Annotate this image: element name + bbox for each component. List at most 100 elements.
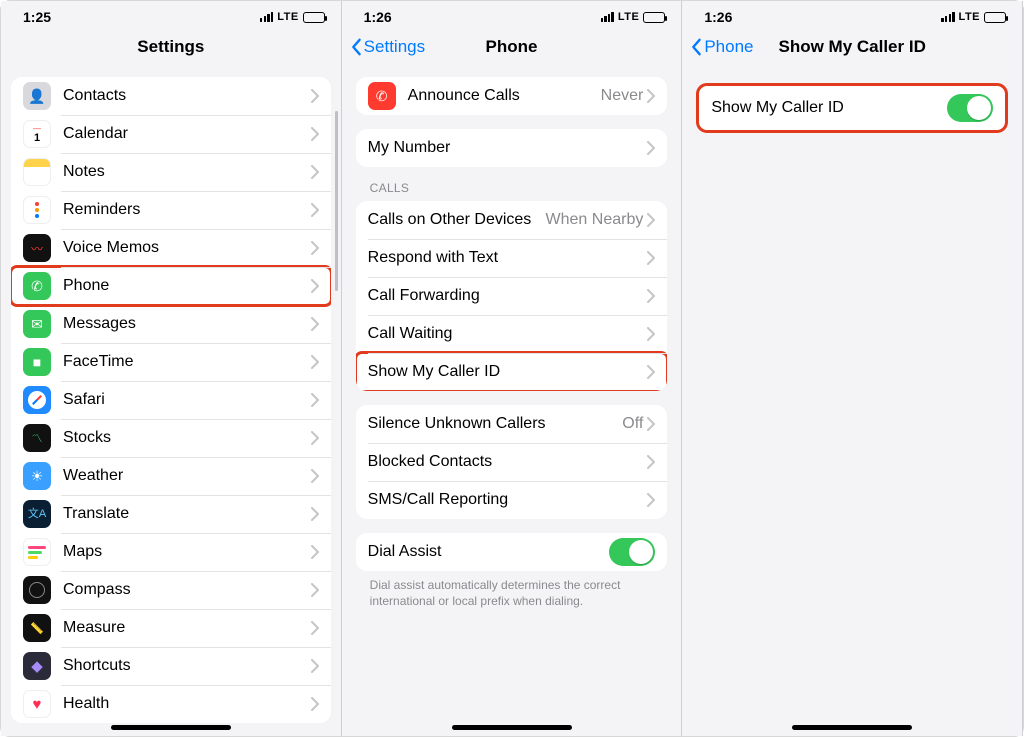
messages-icon: ✉ [23, 310, 51, 338]
notes-icon [23, 158, 51, 186]
caller-id-card: Show My Caller ID [696, 83, 1008, 133]
chevron-right-icon [311, 203, 319, 217]
row-announce-calls[interactable]: ✆ Announce Calls Never [356, 77, 668, 115]
settings-row-compass[interactable]: Compass [11, 571, 331, 609]
chevron-right-icon [647, 493, 655, 507]
page-title: Phone [486, 37, 538, 57]
contacts-icon: 👤 [23, 82, 51, 110]
group-blocking: Silence Unknown CallersOff Blocked Contac… [356, 405, 668, 519]
home-indicator[interactable] [792, 725, 912, 730]
chevron-right-icon [311, 469, 319, 483]
row-label: Shortcuts [63, 657, 311, 675]
chevron-right-icon [311, 89, 319, 103]
settings-row-weather[interactable]: ☀ Weather [11, 457, 331, 495]
row-label: Safari [63, 391, 311, 409]
calendar-icon: —1 [23, 120, 51, 148]
chevron-right-icon [647, 251, 655, 265]
blocking-row[interactable]: SMS/Call Reporting [356, 481, 668, 519]
row-label: Call Forwarding [368, 287, 648, 305]
settings-row-voicememos[interactable]: 〰 Voice Memos [11, 229, 331, 267]
group-mynumber: My Number [356, 129, 668, 167]
row-my-number[interactable]: My Number [356, 129, 668, 167]
stocks-icon: 〽 [23, 424, 51, 452]
row-label: Dial Assist [368, 543, 610, 561]
dial-assist-toggle[interactable] [609, 538, 655, 566]
blocking-row[interactable]: Blocked Contacts [356, 443, 668, 481]
nav-bar: Settings Phone [342, 25, 682, 69]
row-dial-assist[interactable]: Dial Assist [356, 533, 668, 571]
row-label: Blocked Contacts [368, 453, 648, 471]
status-right: LTE [941, 11, 1006, 23]
status-time: 1:25 [23, 9, 51, 25]
settings-row-shortcuts[interactable]: ◆Shortcuts [11, 647, 331, 685]
settings-row-calendar[interactable]: —1Calendar [11, 115, 331, 153]
status-right: LTE [260, 11, 325, 23]
settings-row-contacts[interactable]: 👤 Contacts [11, 77, 331, 115]
settings-row-stocks[interactable]: 〽 Stocks [11, 419, 331, 457]
chevron-right-icon [311, 241, 319, 255]
back-label: Phone [704, 37, 753, 57]
voicememos-icon: 〰 [23, 234, 51, 262]
row-show-caller-id[interactable]: Show My Caller ID [699, 86, 1005, 130]
row-label: Notes [63, 163, 311, 181]
group-dial-assist: Dial Assist [356, 533, 668, 571]
battery-icon [984, 12, 1006, 23]
settings-row-messages[interactable]: ✉ Messages [11, 305, 331, 343]
settings-list: 👤 Contacts —1Calendar Notes Reminders 〰 Voice … [11, 77, 331, 723]
settings-row-reminders[interactable]: Reminders [11, 191, 331, 229]
weather-icon: ☀ [23, 462, 51, 490]
row-label: Calls on Other Devices [368, 211, 546, 229]
panel-settings: 1:25 LTE Settings 👤 Contacts —1Calendar Not… [1, 1, 342, 736]
maps-icon [23, 538, 51, 566]
measure-icon: 📏 [23, 614, 51, 642]
calls-row[interactable]: Call Forwarding [356, 277, 668, 315]
blocking-row[interactable]: Silence Unknown CallersOff [356, 405, 668, 443]
calls-row[interactable]: Show My Caller ID [356, 353, 668, 391]
row-label: Measure [63, 619, 311, 637]
home-indicator[interactable] [452, 725, 572, 730]
status-bar: 1:25 LTE [1, 1, 341, 25]
group-calls: Calls on Other DevicesWhen NearbyRespond… [356, 201, 668, 391]
back-button[interactable]: Phone [690, 25, 753, 69]
announce-icon: ✆ [368, 82, 396, 110]
network-label: LTE [959, 11, 980, 23]
translate-icon: 文A [23, 500, 51, 528]
signal-icon [260, 12, 273, 22]
settings-row-health[interactable]: ♥Health [11, 685, 331, 723]
home-indicator[interactable] [111, 725, 231, 730]
row-label: Weather [63, 467, 311, 485]
calls-row[interactable]: Calls on Other DevicesWhen Nearby [356, 201, 668, 239]
row-value: When Nearby [546, 211, 644, 229]
chevron-right-icon [311, 127, 319, 141]
row-value: Off [622, 415, 643, 433]
settings-row-maps[interactable]: Maps [11, 533, 331, 571]
scrollbar[interactable] [335, 111, 338, 291]
row-label: Messages [63, 315, 311, 333]
caller-id-toggle[interactable] [947, 94, 993, 122]
row-label: Stocks [63, 429, 311, 447]
chevron-right-icon [311, 507, 319, 521]
settings-row-facetime[interactable]: ■FaceTime [11, 343, 331, 381]
calls-row[interactable]: Respond with Text [356, 239, 668, 277]
row-label: Contacts [63, 87, 311, 105]
compass-icon [23, 576, 51, 604]
settings-row-translate[interactable]: 文ATranslate [11, 495, 331, 533]
settings-row-measure[interactable]: 📏 Measure [11, 609, 331, 647]
chevron-right-icon [311, 431, 319, 445]
row-label: Reminders [63, 201, 311, 219]
dial-assist-footer: Dial assist automatically determines the… [356, 571, 668, 609]
nav-bar: Settings [1, 25, 341, 69]
calls-row[interactable]: Call Waiting [356, 315, 668, 353]
settings-row-safari[interactable]: Safari [11, 381, 331, 419]
row-label: Call Waiting [368, 325, 648, 343]
back-label: Settings [364, 37, 425, 57]
network-label: LTE [277, 11, 298, 23]
settings-row-notes[interactable]: Notes [11, 153, 331, 191]
back-button[interactable]: Settings [350, 25, 425, 69]
chevron-right-icon [647, 289, 655, 303]
chevron-right-icon [311, 393, 319, 407]
settings-row-phone[interactable]: ✆Phone [11, 267, 331, 305]
panel-caller-id: 1:26 LTE Phone Show My Caller ID Show My… [682, 1, 1023, 736]
row-label: Voice Memos [63, 239, 311, 257]
chevron-right-icon [311, 279, 319, 293]
